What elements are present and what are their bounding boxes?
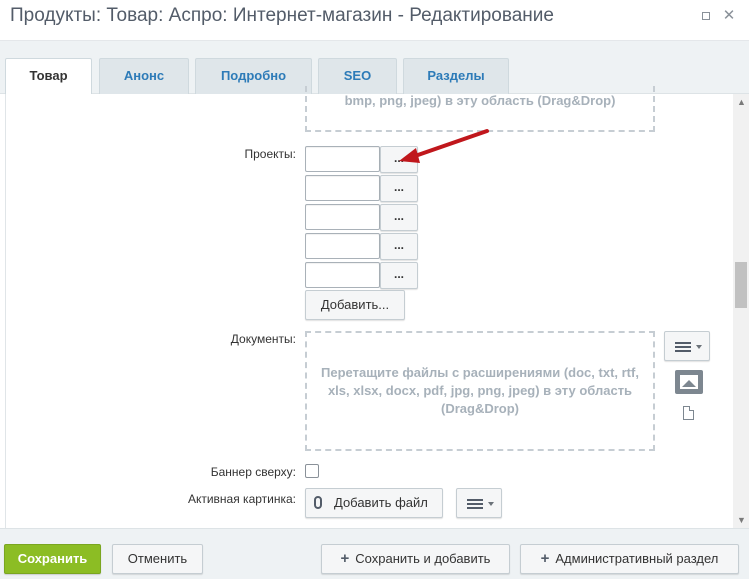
active-picture-label: Активная картинка: xyxy=(187,492,296,506)
vertical-scrollbar[interactable]: ▲ ▼ xyxy=(733,94,749,528)
plus-icon: + xyxy=(540,550,550,567)
close-icon[interactable]: ✕ xyxy=(722,8,736,23)
projects-input-3[interactable] xyxy=(305,204,380,230)
tab-product[interactable]: Товар xyxy=(5,58,92,95)
add-file-button[interactable]: Добавить файл xyxy=(305,488,443,518)
save-and-add-label: Сохранить и добавить xyxy=(355,551,491,566)
admin-section-button[interactable]: + Административный раздел xyxy=(520,544,739,574)
documents-dropzone[interactable]: Перетащите файлы с расширениями (doc, tx… xyxy=(305,331,655,451)
projects-input-5[interactable] xyxy=(305,262,380,288)
projects-browse-button-5[interactable]: ... xyxy=(380,262,418,289)
projects-input-2[interactable] xyxy=(305,175,380,201)
banner-label: Баннер сверху: xyxy=(210,465,296,479)
window-title: Продукты: Товар: Аспро: Интернет-магазин… xyxy=(10,5,554,26)
images-dropzone-text: bmp, png, jpeg) в эту область (Drag&Drop… xyxy=(344,93,616,108)
cancel-button[interactable]: Отменить xyxy=(112,544,203,574)
save-button[interactable]: Сохранить xyxy=(4,544,101,574)
projects-browse-button-2[interactable]: ... xyxy=(380,175,418,202)
images-dropzone[interactable]: bmp, png, jpeg) в эту область (Drag&Drop… xyxy=(305,86,655,132)
documents-dropzone-text: Перетащите файлы с расширениями (doc, tx… xyxy=(321,365,639,416)
window-titlebar: Продукты: Товар: Аспро: Интернет-магазин… xyxy=(0,0,749,41)
active-picture-menu-button[interactable] xyxy=(456,488,502,518)
file-icon[interactable] xyxy=(683,406,694,420)
chevron-down-icon xyxy=(696,345,702,349)
projects-browse-button-4[interactable]: ... xyxy=(380,233,418,260)
scroll-down-icon[interactable]: ▼ xyxy=(737,515,746,525)
scroll-up-icon[interactable]: ▲ xyxy=(737,97,746,107)
projects-browse-button-3[interactable]: ... xyxy=(380,204,418,231)
image-icon[interactable] xyxy=(675,370,703,394)
projects-input-1[interactable] xyxy=(305,146,380,172)
admin-section-label: Административный раздел xyxy=(555,551,719,566)
projects-add-button[interactable]: Добавить... xyxy=(305,290,405,320)
documents-menu-button[interactable] xyxy=(664,331,710,361)
projects-label: Проекты: xyxy=(244,147,297,161)
add-file-label: Добавить файл xyxy=(334,495,428,510)
chevron-down-icon xyxy=(488,502,494,506)
documents-label: Документы: xyxy=(230,332,296,346)
banner-checkbox[interactable] xyxy=(305,464,319,478)
projects-browse-button-1[interactable]: ... xyxy=(380,146,418,173)
tab-details[interactable]: Подробно xyxy=(195,58,312,94)
paperclip-icon xyxy=(314,496,322,509)
scroll-thumb[interactable] xyxy=(735,262,747,308)
maximize-icon[interactable] xyxy=(699,9,713,23)
projects-input-4[interactable] xyxy=(305,233,380,259)
plus-icon: + xyxy=(340,550,350,567)
hamburger-menu-icon xyxy=(675,342,691,352)
tab-announce[interactable]: Анонс xyxy=(99,58,189,94)
hamburger-menu-icon xyxy=(467,499,483,509)
save-and-add-button[interactable]: + Сохранить и добавить xyxy=(321,544,510,574)
